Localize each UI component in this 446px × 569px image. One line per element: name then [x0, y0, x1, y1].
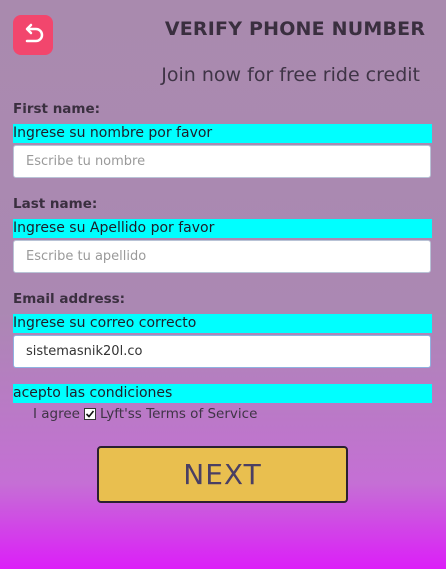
last-name-label: Last name: [13, 196, 98, 212]
back-arrow-icon [25, 23, 44, 43]
email-hint: Ingrese su correo correcto [13, 314, 432, 333]
terms-prefix: I agree [33, 406, 80, 422]
first-name-hint: Ingrese su nombre por favor [13, 124, 432, 143]
terms-checkbox[interactable] [83, 408, 96, 420]
next-button[interactable]: NEXT [97, 446, 348, 503]
email-label: Email address: [13, 291, 126, 307]
last-name-hint: Ingrese su Apellido por favor [13, 219, 432, 238]
terms-link[interactable]: Lyft'ss Terms of Service [100, 406, 257, 422]
email-input[interactable] [13, 335, 431, 368]
back-button[interactable] [13, 15, 53, 55]
terms-hint: acepto las condiciones [13, 384, 432, 403]
last-name-input[interactable] [13, 240, 431, 273]
terms-row: I agree Lyft'ss Terms of Service [33, 406, 257, 422]
page-subtitle: Join now for free ride credit [161, 64, 420, 86]
page-title: VERIFY PHONE NUMBER [164, 18, 426, 40]
first-name-label: First name: [13, 101, 101, 117]
check-icon [85, 410, 95, 418]
first-name-input[interactable] [13, 145, 431, 178]
